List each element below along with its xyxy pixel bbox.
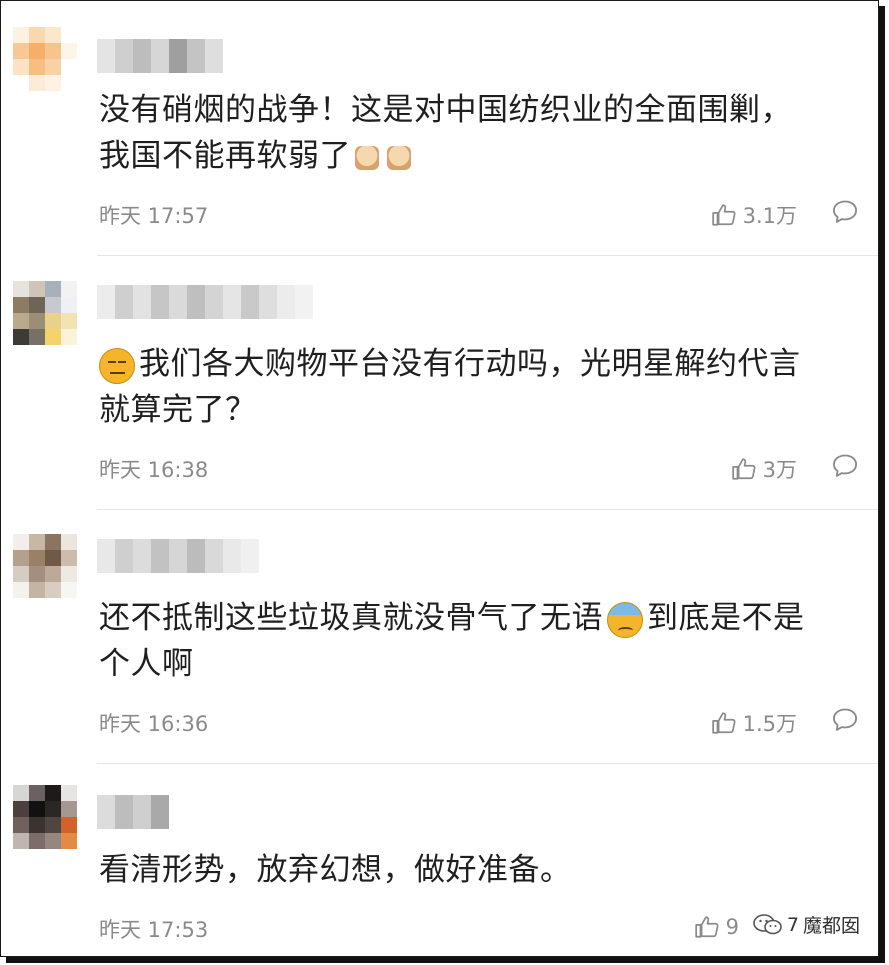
like-button[interactable]: 3万 xyxy=(731,454,797,484)
like-button[interactable]: 3.1万 xyxy=(711,200,797,230)
avatar[interactable] xyxy=(13,785,77,849)
comment-time: 昨天 17:57 xyxy=(99,204,209,228)
avatar[interactable] xyxy=(13,534,77,598)
watermark: 7 魔都囡 xyxy=(753,911,860,938)
comment-text: 没有硝烟的战争！这是对中国纺织业的全面围剿， 我国不能再软弱了 xyxy=(99,92,792,174)
username-blurred[interactable] xyxy=(97,285,313,319)
thumbs-up-icon xyxy=(711,204,736,226)
fist-emoji-icon xyxy=(387,145,411,170)
watermark-text: 魔都囡 xyxy=(802,915,860,937)
like-button[interactable]: 9 xyxy=(694,914,739,940)
speech-bubble-icon xyxy=(832,200,858,223)
comment-meta: 昨天 17:53 9 xyxy=(99,914,859,944)
comment-meta: 昨天 17:57 3.1万 xyxy=(99,200,859,230)
comment-time: 昨天 17:53 xyxy=(99,918,209,942)
username-blurred[interactable] xyxy=(97,539,259,573)
thumbs-up-icon xyxy=(711,712,736,734)
speech-bubble-icon xyxy=(832,708,858,731)
like-count-tail: 7 xyxy=(786,913,799,936)
reply-button[interactable] xyxy=(831,198,859,231)
avatar[interactable] xyxy=(13,281,77,345)
reply-button[interactable] xyxy=(831,706,859,739)
speech-bubble-icon xyxy=(832,454,858,477)
username-blurred[interactable] xyxy=(97,795,169,829)
comment-meta: 昨天 16:38 3万 xyxy=(99,454,859,484)
comment-list: 没有硝烟的战争！这是对中国纺织业的全面围剿， 我国不能再软弱了 昨天 17:57… xyxy=(0,0,879,957)
username-blurred[interactable] xyxy=(97,39,223,73)
like-count: 1.5万 xyxy=(742,712,797,736)
like-button[interactable]: 1.5万 xyxy=(711,708,797,738)
comment-text: 我们各大购物平台没有行动吗，光明星解约代言 就算完了？ xyxy=(99,346,801,428)
reply-button[interactable] xyxy=(831,452,859,485)
thumbs-up-icon xyxy=(731,458,756,480)
like-count: 9 xyxy=(725,915,739,939)
divider xyxy=(97,763,878,764)
avatar[interactable] xyxy=(13,27,77,91)
divider xyxy=(97,255,878,256)
comment-text: 看清形势，放弃幻想，做好准备。 xyxy=(99,852,572,888)
comment-meta: 昨天 16:36 1.5万 xyxy=(99,708,859,738)
comment-text: 还不抵制这些垃圾真就没骨气了无语 到底是不是 个人啊 xyxy=(99,600,805,682)
expressionless-emoji-icon xyxy=(99,347,135,384)
sweat-emoji-icon xyxy=(607,601,643,638)
divider xyxy=(97,509,878,510)
like-count: 3.1万 xyxy=(742,204,797,228)
comment-time: 昨天 16:38 xyxy=(99,458,209,482)
thumbs-up-icon xyxy=(694,916,719,938)
fist-emoji-icon xyxy=(355,145,379,170)
like-count: 3万 xyxy=(762,458,797,482)
wechat-icon xyxy=(753,913,782,934)
comment-time: 昨天 16:36 xyxy=(99,712,209,736)
